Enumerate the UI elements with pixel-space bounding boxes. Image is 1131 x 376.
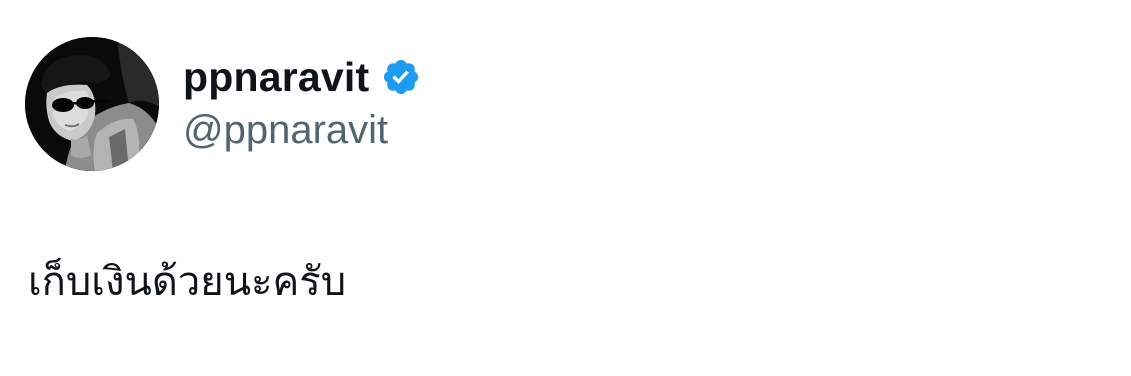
- tweet-text: เก็บเงินด้วยนะครับ: [28, 259, 347, 305]
- verified-badge-icon: [381, 57, 421, 97]
- author-name-row: ppnaravit: [183, 52, 421, 102]
- author-display-name[interactable]: ppnaravit: [183, 54, 369, 101]
- author-avatar[interactable]: [25, 37, 159, 171]
- avatar-photo-icon: [25, 37, 159, 171]
- tweet-card: ppnaravit @ppnaravit เก็บเงินด้วยนะครับ: [0, 0, 1131, 376]
- author-handle[interactable]: @ppnaravit: [183, 108, 388, 153]
